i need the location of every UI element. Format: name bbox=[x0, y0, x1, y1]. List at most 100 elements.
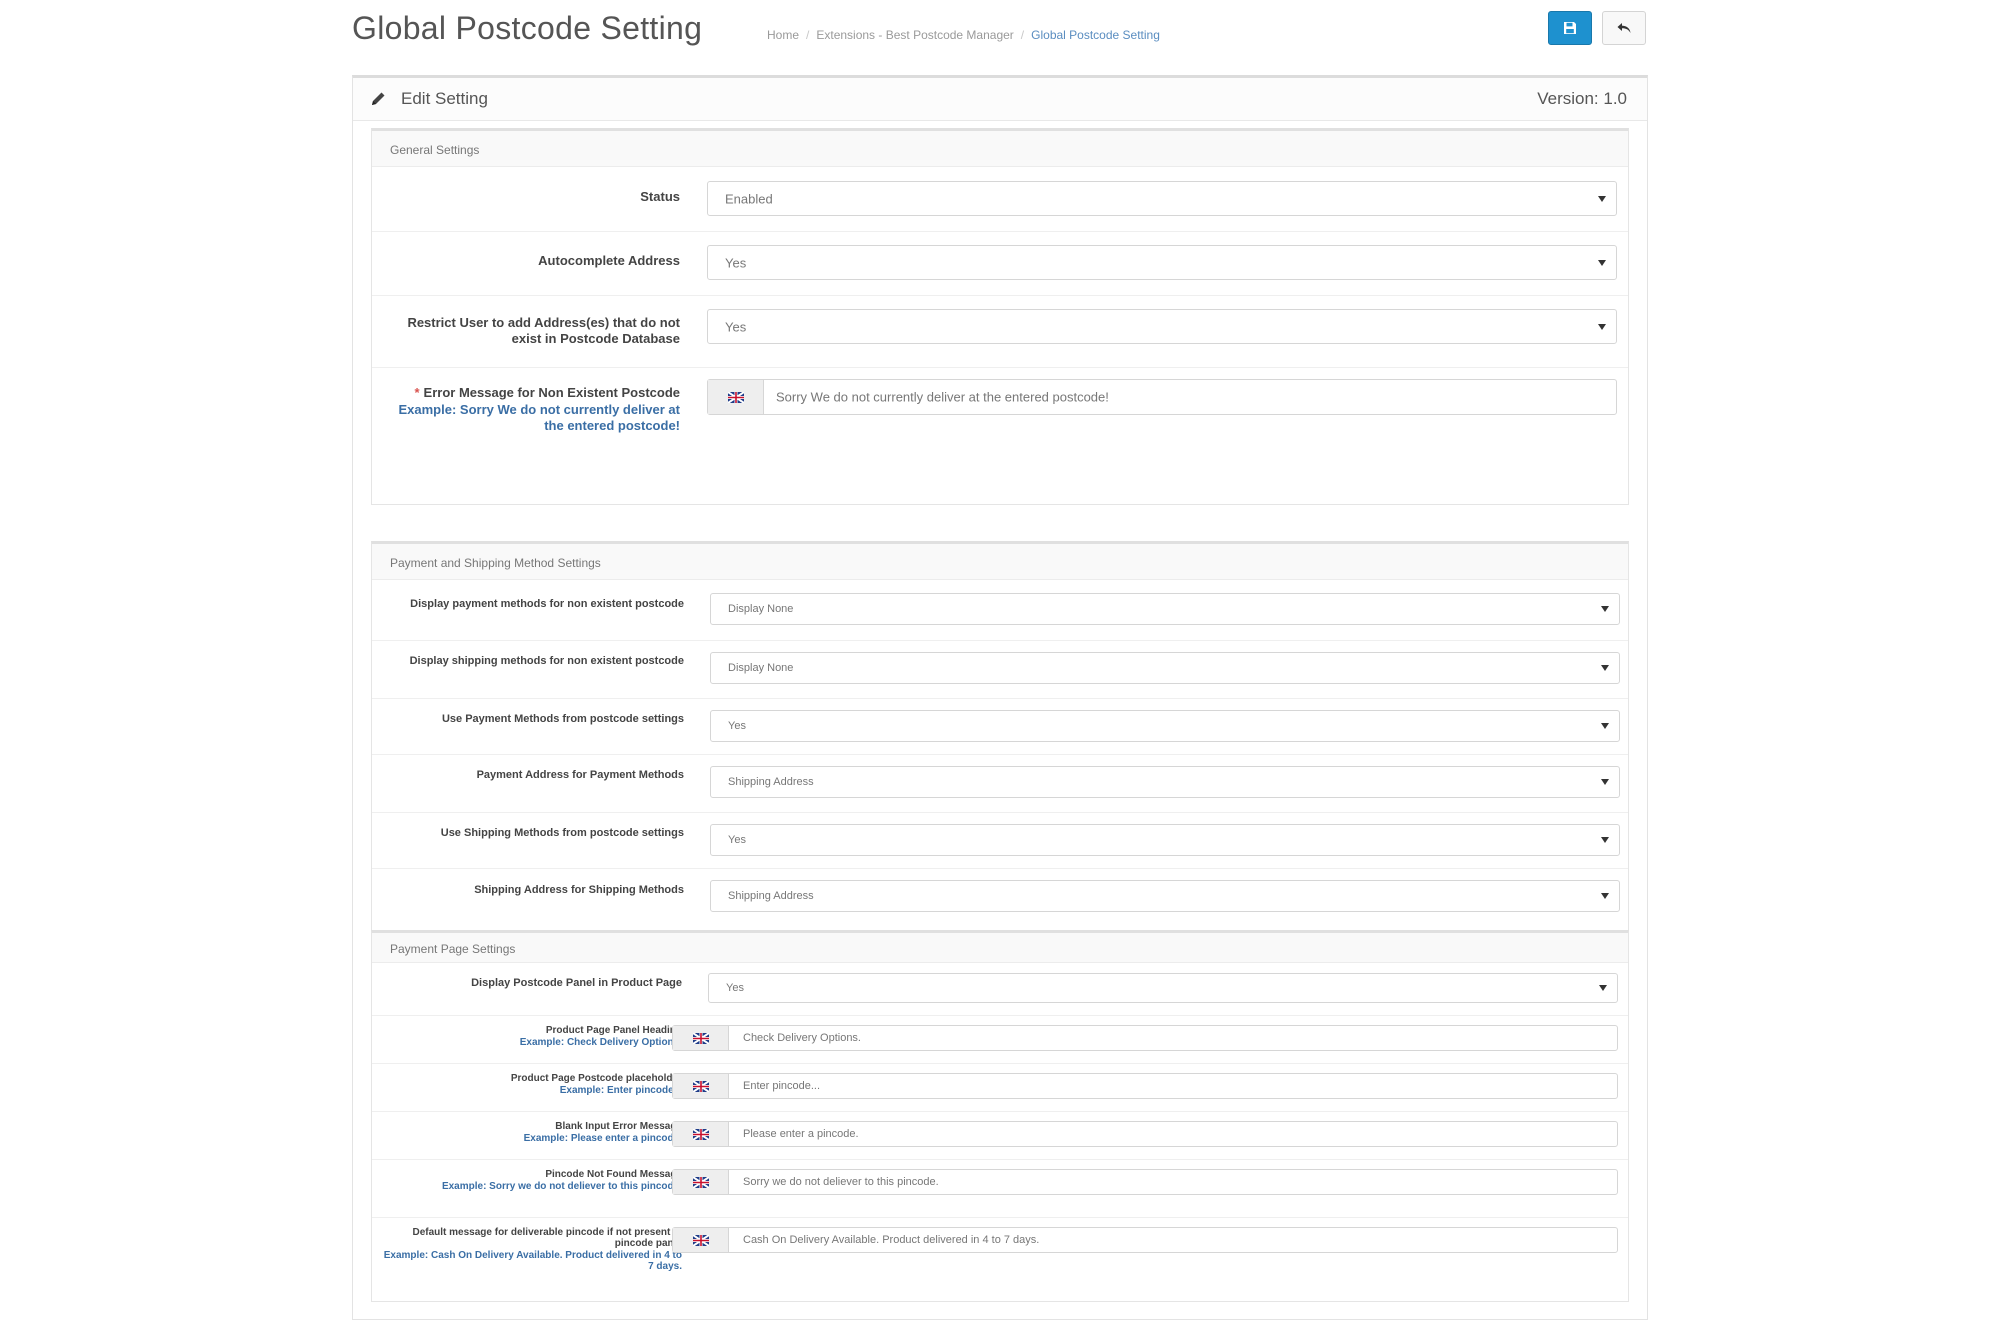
general-settings-section: General Settings Status Enabled Autocomp… bbox=[371, 128, 1629, 505]
payment-address-select[interactable]: Shipping Address bbox=[710, 766, 1620, 798]
not-found-row: Pincode Not Found Message Example: Sorry… bbox=[372, 1159, 1628, 1218]
section-legend: Payment Page Settings bbox=[372, 933, 1628, 963]
payment-shipping-section: Payment and Shipping Method Settings Dis… bbox=[371, 541, 1629, 941]
language-flag-addon bbox=[673, 1074, 729, 1098]
caret-down-icon bbox=[1599, 985, 1607, 991]
caret-down-icon bbox=[1601, 665, 1609, 671]
display-panel-value: Yes bbox=[726, 982, 744, 994]
back-button[interactable] bbox=[1602, 11, 1646, 45]
placeholder-row: Product Page Postcode placeholder Exampl… bbox=[372, 1063, 1628, 1112]
error-message-label-text: Error Message for Non Existent Postcode bbox=[423, 385, 680, 400]
payment-address-label: Payment Address for Payment Methods bbox=[476, 769, 684, 781]
default-message-label: Default message for deliverable pincode … bbox=[382, 1227, 682, 1272]
not-found-value: Sorry we do not deliever to this pincode… bbox=[743, 1176, 939, 1188]
default-message-help: Example: Cash On Delivery Available. Pro… bbox=[383, 1250, 682, 1272]
autocomplete-label: Autocomplete Address bbox=[538, 253, 680, 268]
use-shipping-select[interactable]: Yes bbox=[710, 824, 1620, 856]
caret-down-icon bbox=[1601, 837, 1609, 843]
section-legend: Payment and Shipping Method Settings bbox=[372, 544, 1628, 580]
error-message-row: * Error Message for Non Existent Postcode… bbox=[372, 367, 1628, 497]
status-select[interactable]: Enabled bbox=[707, 181, 1617, 216]
default-message-input[interactable]: Cash On Delivery Available. Product deli… bbox=[672, 1227, 1618, 1253]
payment-display-select[interactable]: Display None bbox=[710, 593, 1620, 625]
breadcrumb-current[interactable]: Global Postcode Setting bbox=[1031, 28, 1160, 42]
legend-text: General Settings bbox=[390, 143, 480, 157]
not-found-label: Pincode Not Found Message Example: Sorry… bbox=[382, 1169, 682, 1192]
restrict-row: Restrict User to add Address(es) that do… bbox=[372, 295, 1628, 368]
panel-heading-help: Example: Check Delivery Options. bbox=[519, 1037, 682, 1048]
edit-setting-panel: Edit Setting Version: 1.0 General Settin… bbox=[352, 75, 1648, 1320]
payment-display-value: Display None bbox=[728, 603, 794, 615]
reply-icon bbox=[1617, 23, 1631, 33]
status-label: Status bbox=[640, 189, 680, 204]
shipping-address-select[interactable]: Shipping Address bbox=[710, 880, 1620, 912]
autocomplete-select[interactable]: Yes bbox=[707, 245, 1617, 280]
restrict-label: Restrict User to add Address(es) that do… bbox=[407, 315, 680, 346]
breadcrumb-extension[interactable]: Extensions - Best Postcode Manager bbox=[816, 28, 1013, 42]
blank-error-input[interactable]: Please enter a pincode. bbox=[672, 1121, 1618, 1147]
legend-text: Payment and Shipping Method Settings bbox=[390, 556, 601, 570]
autocomplete-value: Yes bbox=[725, 255, 747, 270]
language-flag-addon bbox=[673, 1026, 729, 1050]
language-flag-addon bbox=[673, 1170, 729, 1194]
error-message-input[interactable]: Sorry We do not currently deliver at the… bbox=[707, 379, 1617, 415]
placeholder-value: Enter pincode... bbox=[743, 1080, 821, 1092]
default-message-label-text: Default message for deliverable pincode … bbox=[412, 1227, 682, 1249]
section-legend: General Settings bbox=[372, 131, 1628, 167]
use-shipping-label: Use Shipping Methods from postcode setti… bbox=[440, 827, 684, 839]
breadcrumb-separator: / bbox=[806, 28, 810, 42]
not-found-label-text: Pincode Not Found Message bbox=[545, 1169, 682, 1180]
error-message-label: * Error Message for Non Existent Postcode… bbox=[382, 385, 680, 434]
shipping-display-label: Display shipping methods for non existen… bbox=[409, 655, 684, 667]
flag-icon bbox=[692, 1032, 709, 1044]
payment-display-label: Display payment methods for non existent… bbox=[410, 598, 684, 610]
caret-down-icon bbox=[1601, 779, 1609, 785]
panel-heading-input[interactable]: Check Delivery Options. bbox=[672, 1025, 1618, 1051]
restrict-value: Yes bbox=[725, 319, 747, 334]
payment-address-value: Shipping Address bbox=[728, 776, 814, 788]
caret-down-icon bbox=[1601, 893, 1609, 899]
language-flag-addon bbox=[673, 1122, 729, 1146]
not-found-input[interactable]: Sorry we do not deliever to this pincode… bbox=[672, 1169, 1618, 1195]
save-icon bbox=[1564, 22, 1576, 34]
blank-error-help: Example: Please enter a pincode. bbox=[523, 1133, 682, 1144]
shipping-display-value: Display None bbox=[728, 662, 794, 674]
restrict-select[interactable]: Yes bbox=[707, 309, 1617, 344]
panel-heading: Edit Setting Version: 1.0 bbox=[353, 78, 1647, 121]
panel-heading-label: Product Page Panel Heading Example: Chec… bbox=[382, 1025, 682, 1048]
breadcrumb-home[interactable]: Home bbox=[767, 28, 799, 42]
caret-down-icon bbox=[1598, 259, 1606, 266]
shipping-display-select[interactable]: Display None bbox=[710, 652, 1620, 684]
blank-error-label: Blank Input Error Message Example: Pleas… bbox=[382, 1121, 682, 1144]
blank-error-label-text: Blank Input Error Message bbox=[555, 1121, 682, 1132]
placeholder-label-text: Product Page Postcode placeholder bbox=[510, 1073, 682, 1084]
shipping-address-label: Shipping Address for Shipping Methods bbox=[474, 884, 684, 896]
blank-error-row: Blank Input Error Message Example: Pleas… bbox=[372, 1111, 1628, 1160]
pencil-icon bbox=[372, 92, 385, 105]
display-panel-select[interactable]: Yes bbox=[708, 973, 1618, 1003]
panel-heading-row: Product Page Panel Heading Example: Chec… bbox=[372, 1015, 1628, 1064]
flag-icon bbox=[692, 1234, 709, 1246]
status-row: Status Enabled bbox=[372, 167, 1628, 232]
placeholder-label: Product Page Postcode placeholder Exampl… bbox=[382, 1073, 682, 1096]
flag-icon bbox=[727, 391, 744, 403]
caret-down-icon bbox=[1601, 606, 1609, 612]
caret-down-icon bbox=[1598, 323, 1606, 330]
use-payment-value: Yes bbox=[728, 720, 746, 732]
shipping-address-value: Shipping Address bbox=[728, 890, 814, 902]
blank-error-value: Please enter a pincode. bbox=[743, 1128, 859, 1140]
use-payment-label: Use Payment Methods from postcode settin… bbox=[441, 713, 684, 725]
panel-title: Edit Setting bbox=[401, 89, 488, 108]
payment-page-section: Payment Page Settings Display Postcode P… bbox=[371, 930, 1629, 1302]
flag-icon bbox=[692, 1176, 709, 1188]
shipping-display-row: Display shipping methods for non existen… bbox=[372, 640, 1628, 699]
legend-text: Payment Page Settings bbox=[390, 942, 516, 956]
use-payment-select[interactable]: Yes bbox=[710, 710, 1620, 742]
default-message-row: Default message for deliverable pincode … bbox=[372, 1217, 1628, 1301]
not-found-help: Example: Sorry we do not deliever to thi… bbox=[441, 1181, 682, 1192]
status-value: Enabled bbox=[725, 191, 773, 206]
language-flag-addon bbox=[673, 1228, 729, 1252]
placeholder-input[interactable]: Enter pincode... bbox=[672, 1073, 1618, 1099]
page-title: Global Postcode Setting bbox=[352, 10, 703, 46]
save-button[interactable] bbox=[1548, 11, 1592, 45]
